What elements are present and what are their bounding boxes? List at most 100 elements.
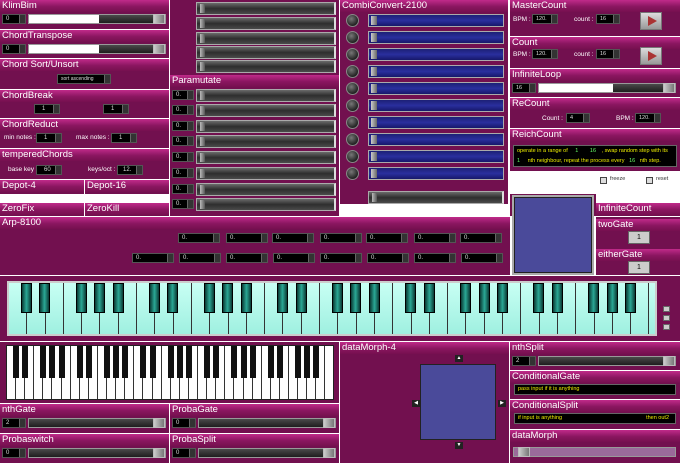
paramutate-slider[interactable] — [196, 198, 336, 211]
probasplit-slider[interactable] — [198, 448, 336, 458]
black-key[interactable] — [204, 283, 215, 313]
combi-toggle[interactable] — [346, 167, 359, 180]
black-key[interactable] — [606, 283, 618, 313]
combi-bottom-slider[interactable] — [368, 191, 504, 204]
chordreduct-max-number[interactable]: 1 — [111, 133, 137, 143]
combi-toggle[interactable] — [346, 14, 359, 27]
reichcount-l2a[interactable]: 1 — [517, 158, 526, 164]
keyboard-scroll-arrows[interactable] — [663, 306, 673, 336]
black-key[interactable] — [21, 283, 32, 313]
paramutate-slider[interactable] — [196, 183, 336, 196]
paramutate-number[interactable]: 0. — [172, 152, 194, 162]
count-bpm[interactable]: 120. — [532, 49, 558, 59]
nthsplit-number[interactable]: 2 — [512, 356, 536, 366]
black-key[interactable] — [533, 283, 545, 313]
datamorph4-down-arrow[interactable]: ▼ — [455, 442, 463, 449]
black-key[interactable] — [304, 346, 311, 378]
chordbreak-number-2[interactable]: 1 — [103, 104, 129, 114]
black-key[interactable] — [368, 283, 380, 313]
arp-number[interactable]: 0. — [414, 233, 456, 243]
arp-number[interactable]: 0. — [320, 233, 362, 243]
paramutate-number[interactable]: 0. — [172, 184, 194, 194]
black-key[interactable] — [551, 283, 563, 313]
freeze-toggle[interactable] — [600, 177, 607, 184]
tempered-keys-number[interactable]: 12. — [117, 165, 143, 175]
paramutate-top-slider-2[interactable] — [196, 17, 336, 30]
arp-number[interactable]: 0. — [414, 253, 456, 263]
black-key[interactable] — [267, 346, 274, 378]
datamorph4-up-arrow[interactable]: ▲ — [455, 355, 463, 362]
black-key[interactable] — [149, 346, 156, 378]
datamorph-slider[interactable] — [513, 447, 676, 457]
infiniteloop-slider[interactable] — [538, 83, 676, 93]
datamorph4-pad[interactable] — [420, 364, 496, 440]
reichcount-l2c[interactable]: 16 — [626, 158, 638, 164]
black-key[interactable] — [39, 283, 51, 313]
paramutate-slider[interactable] — [196, 151, 336, 164]
black-key[interactable] — [478, 283, 490, 313]
black-key[interactable] — [240, 283, 252, 313]
chordbreak-number-1[interactable]: 1 — [34, 104, 60, 114]
chordsort-menu[interactable]: sort ascending — [57, 74, 111, 84]
klimbim-slider[interactable] — [28, 14, 166, 24]
arp-number[interactable]: 0. — [178, 233, 220, 243]
combi-slider[interactable] — [368, 99, 504, 112]
black-key[interactable] — [222, 283, 234, 313]
black-key[interactable] — [496, 283, 508, 313]
count-count[interactable]: 16 — [596, 49, 620, 59]
infiniteloop-number[interactable]: 16 — [512, 83, 536, 93]
reset-button[interactable] — [646, 177, 653, 184]
morph-pad-top[interactable] — [512, 195, 594, 275]
combi-slider[interactable] — [368, 31, 504, 44]
paramutate-slider[interactable] — [196, 89, 336, 102]
combi-slider[interactable] — [368, 133, 504, 146]
black-key[interactable] — [40, 346, 47, 378]
paramutate-number[interactable]: 0. — [172, 121, 194, 131]
conditionalgate-box[interactable]: pass input if it is anything — [514, 384, 676, 395]
arp-number[interactable]: 0. — [226, 253, 268, 263]
arp-number[interactable]: 0. — [226, 233, 268, 243]
paramutate-top-slider-3[interactable] — [196, 32, 336, 45]
black-key[interactable] — [94, 283, 106, 313]
paramutate-slider[interactable] — [196, 135, 336, 148]
probaswitch-number[interactable]: 0 — [2, 448, 26, 458]
black-key[interactable] — [167, 346, 174, 378]
black-key[interactable] — [149, 283, 161, 313]
twogate-toggle[interactable]: 1 — [628, 231, 650, 244]
nthgate-number[interactable]: 2 — [2, 418, 26, 428]
combi-slider[interactable] — [368, 82, 504, 95]
black-key[interactable] — [276, 346, 283, 378]
arp-number[interactable]: 0. — [460, 233, 502, 243]
black-key[interactable] — [295, 346, 302, 378]
keyboard-small[interactable] — [6, 345, 334, 400]
combi-slider[interactable] — [368, 14, 504, 27]
black-key[interactable] — [49, 346, 56, 378]
paramutate-top-slider-1[interactable] — [196, 2, 336, 15]
black-key[interactable] — [76, 346, 83, 378]
mastercount-play-button[interactable] — [640, 12, 662, 30]
paramutate-slider[interactable] — [196, 167, 336, 180]
tempered-base-number[interactable]: 60 — [36, 165, 62, 175]
black-key[interactable] — [85, 346, 92, 378]
nthsplit-slider[interactable] — [538, 356, 676, 366]
black-key[interactable] — [22, 346, 29, 378]
black-key[interactable] — [460, 283, 472, 313]
black-key[interactable] — [588, 283, 600, 313]
probasplit-number[interactable]: 0 — [172, 448, 196, 458]
black-key[interactable] — [332, 283, 344, 313]
arp-number[interactable]: 0. — [273, 253, 315, 263]
black-key[interactable] — [204, 346, 211, 378]
arp-number[interactable]: 0. — [366, 233, 408, 243]
white-key[interactable] — [325, 346, 333, 399]
black-key[interactable] — [295, 283, 307, 313]
mastercount-bpm[interactable]: 120. — [532, 14, 558, 24]
black-key[interactable] — [75, 283, 87, 313]
chordreduct-min-number[interactable]: 1 — [36, 133, 62, 143]
combi-toggle[interactable] — [346, 133, 359, 146]
keyboard-main[interactable] — [7, 281, 657, 336]
paramutate-number[interactable]: 0. — [172, 105, 194, 115]
black-key[interactable] — [112, 283, 124, 313]
combi-slider[interactable] — [368, 150, 504, 163]
combi-slider[interactable] — [368, 48, 504, 61]
arp-number[interactable]: 0. — [320, 253, 362, 263]
